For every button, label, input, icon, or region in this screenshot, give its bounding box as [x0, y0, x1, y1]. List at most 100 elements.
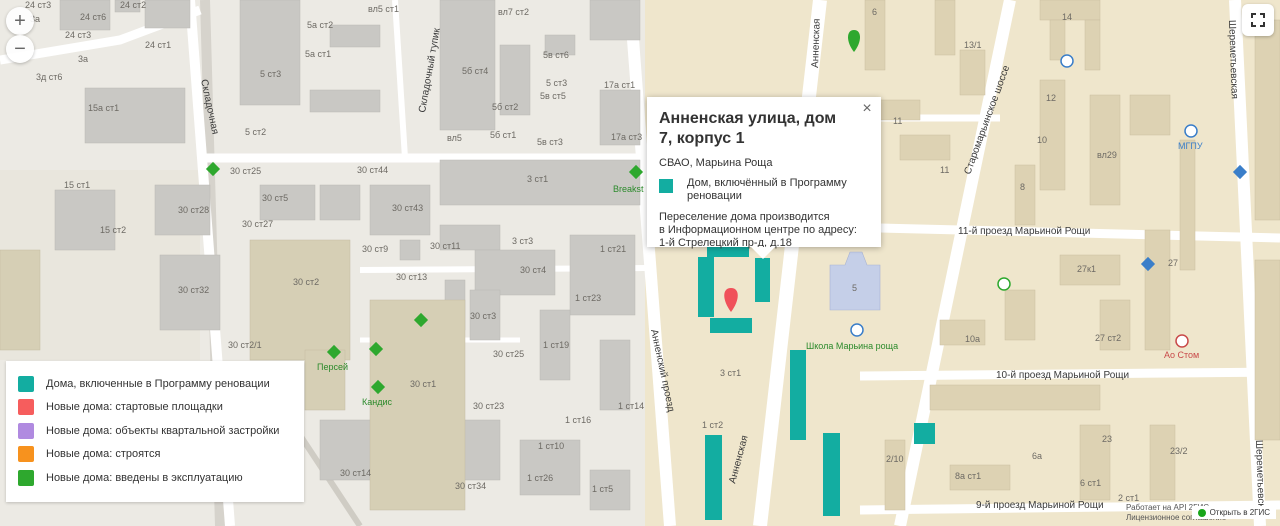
legend-label: Новые дома: введены в эксплуатацию — [46, 471, 243, 484]
svg-text:30 ст14: 30 ст14 — [340, 468, 371, 478]
legend-item-renovation[interactable]: Дома, включенные в Программу реновации — [18, 372, 292, 396]
svg-text:1 ст5: 1 ст5 — [592, 484, 613, 494]
svg-text:вл5: вл5 — [447, 133, 462, 143]
svg-text:14: 14 — [1062, 12, 1072, 22]
svg-text:11: 11 — [893, 116, 902, 126]
svg-text:23: 23 — [1102, 434, 1112, 444]
renovation-swatch — [659, 179, 673, 193]
popup-district: СВАО, Марьина Роща — [659, 157, 773, 169]
svg-text:1 ст10: 1 ст10 — [538, 441, 564, 451]
svg-text:30 ст44: 30 ст44 — [357, 165, 388, 175]
svg-text:3 ст1: 3 ст1 — [720, 368, 741, 378]
svg-text:1 ст19: 1 ст19 — [543, 340, 569, 350]
legend-swatch — [18, 399, 34, 416]
svg-text:17а ст1: 17а ст1 — [604, 80, 635, 90]
svg-text:5в ст3: 5в ст3 — [537, 137, 563, 147]
svg-text:5 ст3: 5 ст3 — [546, 78, 567, 88]
svg-text:27к1: 27к1 — [1077, 264, 1096, 274]
poi-label: Школа Марьина роща — [806, 341, 898, 351]
popup-note: Переселение дома производится в Информац… — [659, 211, 869, 250]
legend-item-commissioned[interactable]: Новые дома: введены в эксплуатацию — [18, 466, 292, 490]
popup-note-line: Переселение дома производится — [659, 211, 830, 223]
svg-text:30 ст43: 30 ст43 — [392, 203, 423, 213]
svg-text:30 ст25: 30 ст25 — [493, 349, 524, 359]
legend-item-quarterly-development[interactable]: Новые дома: объекты квартальной застройк… — [18, 419, 292, 443]
svg-text:11-й проезд Марьиной Рощи: 11-й проезд Марьиной Рощи — [958, 226, 1090, 237]
svg-text:5: 5 — [852, 283, 857, 293]
svg-text:10а: 10а — [965, 334, 980, 344]
poi-label: Ао Стом — [1164, 350, 1199, 360]
svg-text:30 ст28: 30 ст28 — [178, 205, 209, 215]
svg-text:3 ст1: 3 ст1 — [527, 174, 548, 184]
legend-swatch — [18, 469, 34, 486]
svg-text:5б ст4: 5б ст4 — [462, 66, 488, 76]
fullscreen-button[interactable] — [1242, 4, 1274, 36]
popup-legend-label: Дом, включённый в Программу реновации — [687, 177, 847, 202]
svg-text:24 ст6: 24 ст6 — [80, 12, 106, 22]
svg-text:5 ст2: 5 ст2 — [245, 127, 266, 137]
zoom-in-button[interactable]: + — [6, 7, 34, 35]
svg-text:5б ст1: 5б ст1 — [490, 130, 516, 140]
open-in-2gis-button[interactable]: Открыть в 2ГИС — [1191, 506, 1276, 519]
svg-text:вл29: вл29 — [1097, 150, 1117, 160]
legend-item-under-construction[interactable]: Новые дома: строятся — [18, 443, 292, 467]
svg-text:Анненская: Анненская — [810, 18, 823, 68]
legend-label: Новые дома: стартовые площадки — [46, 401, 223, 414]
svg-text:вл5 ст1: вл5 ст1 — [368, 4, 399, 14]
svg-text:1 ст14: 1 ст14 — [618, 401, 644, 411]
legend-swatch — [18, 375, 34, 392]
svg-text:5в ст5: 5в ст5 — [540, 91, 566, 101]
svg-text:3а: 3а — [78, 54, 88, 64]
popup-title: Анненская улица, дом 7, корпус 1 — [659, 110, 837, 147]
place-icon — [1060, 54, 1074, 68]
svg-text:6: 6 — [872, 7, 877, 17]
svg-text:30 ст4: 30 ст4 — [520, 265, 546, 275]
zoom-out-button[interactable]: − — [6, 35, 34, 63]
popup-note-line: в Информационном центре по адресу: — [659, 224, 857, 236]
legend-item-starting-sites[interactable]: Новые дома: стартовые площадки — [18, 396, 292, 420]
svg-text:5а ст2: 5а ст2 — [307, 20, 333, 30]
svg-text:17а ст3: 17а ст3 — [611, 132, 642, 142]
svg-text:30 ст3: 30 ст3 — [470, 311, 496, 321]
svg-text:3д ст6: 3д ст6 — [36, 72, 62, 82]
svg-text:6а: 6а — [1032, 451, 1042, 461]
svg-text:8а ст1: 8а ст1 — [955, 471, 981, 481]
svg-text:6 ст1: 6 ст1 — [1080, 478, 1101, 488]
svg-text:5в ст6: 5в ст6 — [543, 50, 569, 60]
building-info-popup: × Анненская улица, дом 7, корпус 1 СВАО,… — [647, 97, 881, 259]
svg-text:10-й проезд Марьиной Рощи: 10-й проезд Марьиной Рощи — [996, 370, 1129, 381]
svg-text:30 ст11: 30 ст11 — [430, 241, 460, 251]
map-legend: Дома, включенные в Программу реновации Н… — [6, 361, 304, 502]
svg-text:24 ст3: 24 ст3 — [25, 0, 51, 10]
legend-swatch — [18, 446, 34, 463]
popup-legend: Дом, включённый в Программу реновации — [659, 177, 869, 203]
popup-close-button[interactable]: × — [859, 101, 875, 117]
legend-label: Новые дома: объекты квартальной застройк… — [46, 424, 280, 437]
svg-text:27 ст2: 27 ст2 — [1095, 333, 1121, 343]
svg-text:24 ст1: 24 ст1 — [145, 40, 171, 50]
open-in-2gis-label: Открыть в 2ГИС — [1209, 508, 1270, 517]
svg-text:24 ст2: 24 ст2 — [120, 0, 146, 10]
legend-label: Новые дома: строятся — [46, 448, 161, 461]
svg-text:30 ст27: 30 ст27 — [242, 219, 273, 229]
svg-text:13/1: 13/1 — [964, 40, 982, 50]
svg-text:30 ст5: 30 ст5 — [262, 193, 288, 203]
svg-text:3 ст3: 3 ст3 — [512, 236, 533, 246]
university-icon — [1184, 124, 1198, 138]
svg-text:30 ст9: 30 ст9 — [362, 244, 388, 254]
popup-note-line: 1-й Стрелецкий пр-д, д.18 — [659, 237, 792, 249]
svg-text:15а ст1: 15а ст1 — [88, 103, 119, 113]
svg-text:23/2: 23/2 — [1170, 446, 1188, 456]
svg-text:5б ст2: 5б ст2 — [492, 102, 518, 112]
shop-icon — [997, 277, 1011, 291]
svg-text:10: 10 — [1037, 135, 1047, 145]
svg-text:30 ст13: 30 ст13 — [396, 272, 427, 282]
svg-text:1 ст26: 1 ст26 — [527, 473, 553, 483]
school-icon — [850, 323, 864, 337]
svg-text:30 ст32: 30 ст32 — [178, 285, 209, 295]
svg-text:30 ст1: 30 ст1 — [410, 379, 436, 389]
svg-text:15 ст1: 15 ст1 — [64, 180, 90, 190]
svg-text:30 ст2: 30 ст2 — [293, 277, 319, 287]
svg-text:2 ст1: 2 ст1 — [1118, 493, 1139, 503]
poi-label: МГПУ — [1178, 141, 1203, 151]
